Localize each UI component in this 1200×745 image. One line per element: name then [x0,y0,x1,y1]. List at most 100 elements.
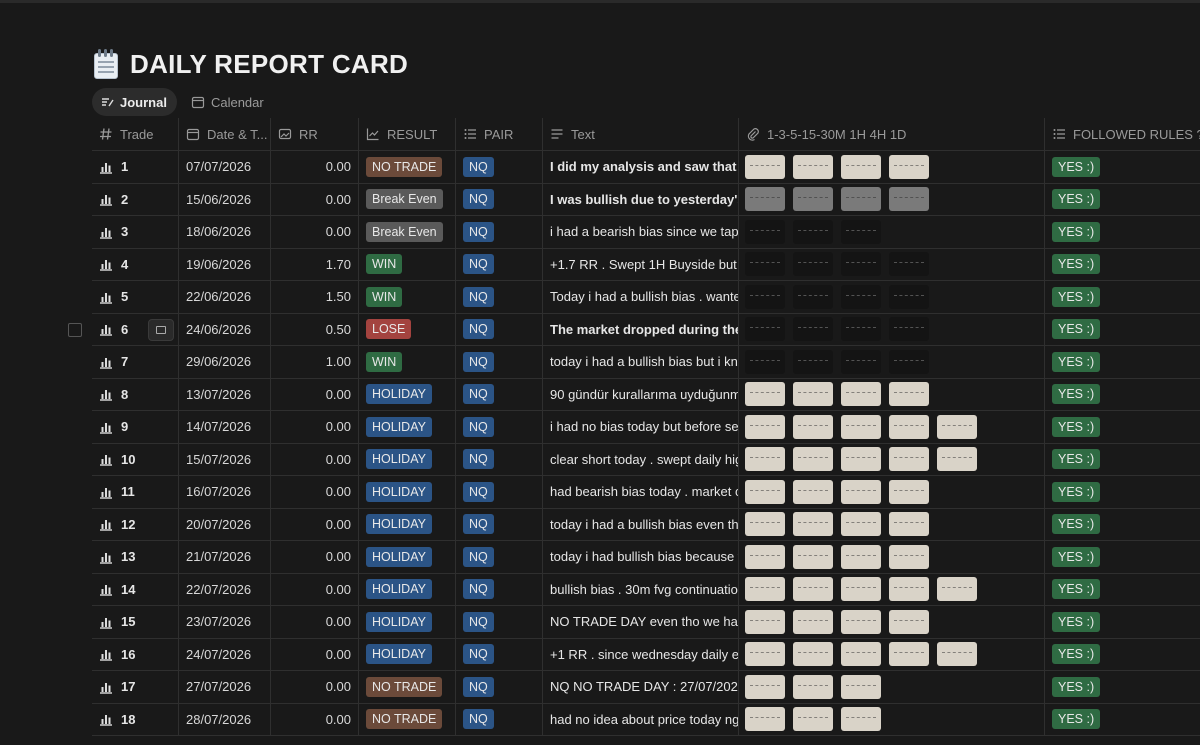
rules-cell[interactable]: YES :) [1045,671,1200,703]
chart-screenshot-thumbnail[interactable] [793,252,833,277]
chart-screenshot-thumbnail[interactable] [937,642,977,667]
chart-screenshot-thumbnail[interactable] [745,512,785,537]
text-cell[interactable]: bullish bias . 30m fvg continuation [543,573,739,605]
chart-screenshot-thumbnail[interactable] [889,479,929,504]
chart-screenshot-thumbnail[interactable] [841,609,881,634]
table-row[interactable]: 13 21/07/2026 0.00 HOLIDAY NQ today i had bul… [92,541,1200,574]
pair-cell[interactable]: NQ [456,151,543,183]
rules-cell[interactable]: YES :) [1045,606,1200,638]
table-row[interactable]: 16 24/07/2026 0.00 HOLIDAY NQ +1 RR . since w… [92,638,1200,671]
rr-cell[interactable]: 0.00 [271,216,359,248]
rr-cell[interactable]: 0.00 [271,541,359,573]
column-header-pair[interactable]: PAIR [456,118,543,150]
date-cell[interactable]: 16/07/2026 [179,476,271,508]
rr-cell[interactable]: 0.00 [271,183,359,215]
files-cell[interactable] [739,183,1045,215]
pair-cell[interactable]: NQ [456,443,543,475]
table-row[interactable]: 10 15/07/2026 0.00 HOLIDAY NQ clear short tod… [92,443,1200,476]
text-cell[interactable]: today i had a bullish bias but i knew [543,346,739,378]
pair-cell[interactable]: NQ [456,378,543,410]
chart-screenshot-thumbnail[interactable] [841,674,881,699]
files-cell[interactable] [739,703,1045,735]
result-cell[interactable]: WIN [359,346,456,378]
files-cell[interactable] [739,606,1045,638]
rr-cell[interactable]: 0.00 [271,443,359,475]
table-row[interactable]: 9 14/07/2026 0.00 HOLIDAY NQ i had no bias to… [92,411,1200,444]
date-cell[interactable]: 18/06/2026 [179,216,271,248]
pair-cell[interactable]: NQ [456,313,543,345]
trade-cell[interactable]: 14 [92,573,179,605]
trade-cell[interactable]: 9 [92,411,179,443]
result-cell[interactable]: Break Even [359,216,456,248]
pair-cell[interactable]: NQ [456,216,543,248]
chart-screenshot-thumbnail[interactable] [793,707,833,732]
text-cell[interactable]: had bearish bias today . market cor [543,476,739,508]
date-cell[interactable]: 29/06/2026 [179,346,271,378]
trade-cell[interactable]: 10 [92,443,179,475]
chart-screenshot-thumbnail[interactable] [793,479,833,504]
date-cell[interactable]: 24/07/2026 [179,638,271,670]
text-cell[interactable]: +1 RR . since wednesday daily equa [543,638,739,670]
chart-screenshot-thumbnail[interactable] [793,317,833,342]
result-cell[interactable]: LOSE [359,313,456,345]
pair-cell[interactable]: NQ [456,703,543,735]
chart-screenshot-thumbnail[interactable] [745,252,785,277]
rules-cell[interactable]: YES :) [1045,379,1200,411]
trade-cell[interactable]: 12 [92,508,179,540]
text-cell[interactable]: NO TRADE DAY even tho we had cle [543,606,739,638]
chart-screenshot-thumbnail[interactable] [793,187,833,212]
files-cell[interactable] [739,248,1045,280]
column-header-result[interactable]: RESULT [359,118,456,150]
chart-screenshot-thumbnail[interactable] [745,544,785,569]
chart-screenshot-thumbnail[interactable] [841,707,881,732]
chart-screenshot-thumbnail[interactable] [793,382,833,407]
result-cell[interactable]: NO TRADE [359,151,456,183]
chart-screenshot-thumbnail[interactable] [745,349,785,374]
rr-cell[interactable]: 0.00 [271,508,359,540]
files-cell[interactable] [739,476,1045,508]
chart-screenshot-thumbnail[interactable] [841,349,881,374]
files-cell[interactable] [739,573,1045,605]
chart-screenshot-thumbnail[interactable] [937,447,977,472]
date-cell[interactable]: 27/07/2026 [179,671,271,703]
chart-screenshot-thumbnail[interactable] [793,577,833,602]
chart-screenshot-thumbnail[interactable] [745,219,785,244]
rr-cell[interactable]: 1.50 [271,281,359,313]
rr-cell[interactable]: 0.00 [271,671,359,703]
column-header-files[interactable]: 1-3-5-15-30M 1H 4H 1D [739,118,1045,150]
pair-cell[interactable]: NQ [456,638,543,670]
chart-screenshot-thumbnail[interactable] [841,544,881,569]
text-cell[interactable]: I was bullish due to yesterday's ne [543,183,739,215]
files-cell[interactable] [739,508,1045,540]
result-cell[interactable]: HOLIDAY [359,476,456,508]
date-cell[interactable]: 13/07/2026 [179,378,271,410]
rr-cell[interactable]: 0.00 [271,638,359,670]
rules-cell[interactable]: YES :) [1045,411,1200,443]
result-cell[interactable]: HOLIDAY [359,541,456,573]
chart-screenshot-thumbnail[interactable] [889,382,929,407]
text-cell[interactable]: NQ NO TRADE DAY : 27/07/2026 i h [543,671,739,703]
pair-cell[interactable]: NQ [456,248,543,280]
text-cell[interactable]: 90 gündür kurallarıma uyduğunm ic [543,378,739,410]
text-cell[interactable]: today i had a bullish bias even tho v [543,508,739,540]
text-cell[interactable]: today i had bullish bias because we [543,541,739,573]
pair-cell[interactable]: NQ [456,671,543,703]
date-cell[interactable]: 07/07/2026 [179,151,271,183]
chart-screenshot-thumbnail[interactable] [889,447,929,472]
open-page-button[interactable] [148,318,174,341]
date-cell[interactable]: 22/06/2026 [179,281,271,313]
chart-screenshot-thumbnail[interactable] [745,154,785,179]
files-cell[interactable] [739,671,1045,703]
chart-screenshot-thumbnail[interactable] [889,187,929,212]
table-row[interactable]: 11 16/07/2026 0.00 HOLIDAY NQ had bearish bia… [92,476,1200,509]
chart-screenshot-thumbnail[interactable] [745,577,785,602]
chart-screenshot-thumbnail[interactable] [841,642,881,667]
trade-cell[interactable]: 17 [92,671,179,703]
table-row[interactable]: 6 24/06/2026 0.50 LOSE NQ The market dropped … [68,313,1200,346]
chart-screenshot-thumbnail[interactable] [889,609,929,634]
pair-cell[interactable]: NQ [456,573,543,605]
text-cell[interactable]: had no idea about price today ngl [543,703,739,735]
trade-cell[interactable]: 4 [92,248,179,280]
chart-screenshot-thumbnail[interactable] [889,512,929,537]
files-cell[interactable] [739,346,1045,378]
